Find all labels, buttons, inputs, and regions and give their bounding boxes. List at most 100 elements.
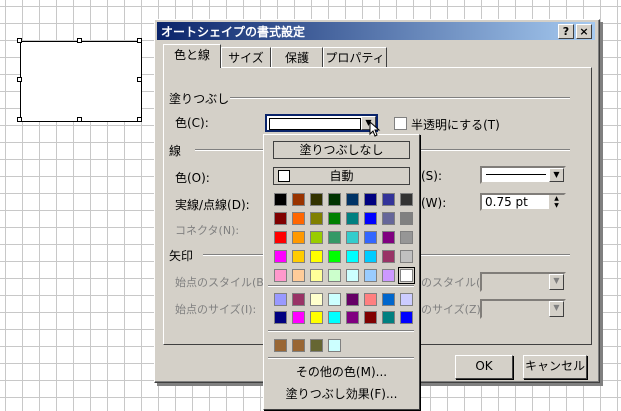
color-swatch[interactable]: [310, 193, 323, 206]
rectangle-shape[interactable]: [20, 41, 142, 122]
color-swatch[interactable]: [292, 231, 305, 244]
color-swatch[interactable]: [292, 269, 305, 282]
end-size-label: のサイズ(Z):: [421, 303, 485, 316]
color-swatch[interactable]: [400, 193, 413, 206]
color-swatch[interactable]: [292, 193, 305, 206]
tab-properties[interactable]: プロパティ: [323, 47, 387, 68]
chart-color-swatch[interactable]: [364, 311, 377, 324]
recent-color-swatch[interactable]: [328, 339, 341, 352]
color-swatch[interactable]: [382, 250, 395, 263]
color-swatch[interactable]: [382, 231, 395, 244]
tab-colors-lines[interactable]: 色と線: [163, 44, 221, 68]
line-style-dropdown-arrow[interactable]: ▼: [549, 168, 564, 182]
chart-color-swatch[interactable]: [310, 311, 323, 324]
recent-color-swatch[interactable]: [274, 339, 287, 352]
recent-color-swatch[interactable]: [310, 339, 323, 352]
color-swatch[interactable]: [274, 231, 287, 244]
resize-handle-left[interactable]: [17, 77, 22, 82]
color-swatch[interactable]: [328, 231, 341, 244]
chart-color-swatch[interactable]: [292, 293, 305, 306]
fill-section-label: 塗りつぶし: [169, 92, 230, 106]
chart-color-swatch[interactable]: [328, 311, 341, 324]
color-swatch[interactable]: [328, 212, 341, 225]
color-swatch[interactable]: [364, 193, 377, 206]
chart-color-swatch[interactable]: [364, 293, 377, 306]
chart-color-swatch[interactable]: [382, 293, 395, 306]
color-swatch[interactable]: [310, 212, 323, 225]
automatic-color-button[interactable]: 自動: [273, 167, 410, 185]
color-swatch[interactable]: [382, 269, 395, 282]
color-swatch[interactable]: [400, 231, 413, 244]
chart-color-swatch[interactable]: [400, 293, 413, 306]
color-swatch[interactable]: [364, 269, 377, 282]
color-swatch[interactable]: [400, 250, 413, 263]
end-style-dropdown-arrow[interactable]: ▼: [549, 274, 564, 290]
mouse-cursor-icon: [369, 121, 381, 137]
color-swatch[interactable]: [398, 267, 415, 284]
no-fill-button[interactable]: 塗りつぶしなし: [273, 141, 410, 159]
chart-color-swatch[interactable]: [382, 311, 395, 324]
chart-color-swatch[interactable]: [328, 293, 341, 306]
color-swatch[interactable]: [328, 269, 341, 282]
chart-color-swatch[interactable]: [274, 311, 287, 324]
line-style-dropdown[interactable]: ▼: [480, 166, 566, 184]
chart-color-swatch[interactable]: [346, 311, 359, 324]
color-swatch[interactable]: [274, 212, 287, 225]
end-size-dropdown[interactable]: ▼: [480, 299, 566, 319]
color-swatch[interactable]: [346, 193, 359, 206]
color-swatch[interactable]: [346, 212, 359, 225]
cancel-button[interactable]: キャンセル: [523, 355, 587, 379]
line-weight-spinner[interactable]: 0.75 pt ▲ ▼: [480, 193, 566, 211]
resize-handle-bottom-left[interactable]: [17, 117, 22, 122]
spinner-down[interactable]: ▼: [549, 202, 564, 209]
fill-color-dropdown[interactable]: ▼: [265, 114, 378, 132]
resize-handle-top-right[interactable]: [137, 38, 142, 43]
end-style-dropdown[interactable]: ▼: [480, 272, 566, 292]
resize-handle-right[interactable]: [137, 77, 142, 82]
more-colors-item[interactable]: その他の色(M)...: [264, 364, 419, 381]
color-swatch[interactable]: [400, 212, 413, 225]
color-swatch[interactable]: [292, 250, 305, 263]
help-button[interactable]: ?: [558, 24, 574, 39]
close-button[interactable]: ×: [576, 24, 592, 39]
chart-color-swatch[interactable]: [346, 293, 359, 306]
resize-handle-bottom-right[interactable]: [137, 117, 142, 122]
color-swatch[interactable]: [310, 269, 323, 282]
end-size-dropdown-arrow[interactable]: ▼: [549, 301, 564, 317]
color-swatch[interactable]: [346, 231, 359, 244]
arrows-section-label: 矢印: [169, 249, 194, 263]
resize-handle-top-left[interactable]: [17, 38, 22, 43]
resize-handle-top[interactable]: [77, 38, 82, 43]
begin-size-label: 始点のサイズ(I):: [175, 303, 257, 316]
color-swatch[interactable]: [346, 269, 359, 282]
tab-size[interactable]: サイズ: [221, 47, 271, 68]
color-swatch[interactable]: [274, 269, 287, 282]
color-swatch[interactable]: [382, 212, 395, 225]
fill-effects-item[interactable]: 塗りつぶし効果(F)...: [264, 386, 419, 403]
color-swatch[interactable]: [274, 193, 287, 206]
color-swatch[interactable]: [382, 193, 395, 206]
line-color-label: 色(O):: [175, 171, 210, 185]
tab-protection[interactable]: 保護: [271, 47, 323, 68]
color-swatch[interactable]: [364, 231, 377, 244]
color-swatch[interactable]: [292, 212, 305, 225]
chart-color-swatch[interactable]: [292, 311, 305, 324]
line-style-label: (S):: [421, 169, 443, 183]
color-swatch[interactable]: [328, 193, 341, 206]
title-bar[interactable]: オートシェイプの書式設定 ? ×: [157, 22, 595, 40]
chart-color-swatch[interactable]: [310, 293, 323, 306]
recent-color-swatch[interactable]: [292, 339, 305, 352]
color-swatch[interactable]: [310, 231, 323, 244]
color-swatch[interactable]: [274, 250, 287, 263]
connector-label: コネクタ(N):: [175, 224, 240, 237]
color-swatch[interactable]: [328, 250, 341, 263]
color-swatch[interactable]: [346, 250, 359, 263]
resize-handle-bottom[interactable]: [77, 117, 82, 122]
transparent-checkbox[interactable]: [394, 117, 407, 130]
color-swatch[interactable]: [310, 250, 323, 263]
chart-color-swatch[interactable]: [400, 311, 413, 324]
color-swatch[interactable]: [364, 250, 377, 263]
ok-button[interactable]: OK: [455, 355, 513, 379]
chart-color-swatch[interactable]: [274, 293, 287, 306]
color-swatch[interactable]: [364, 212, 377, 225]
